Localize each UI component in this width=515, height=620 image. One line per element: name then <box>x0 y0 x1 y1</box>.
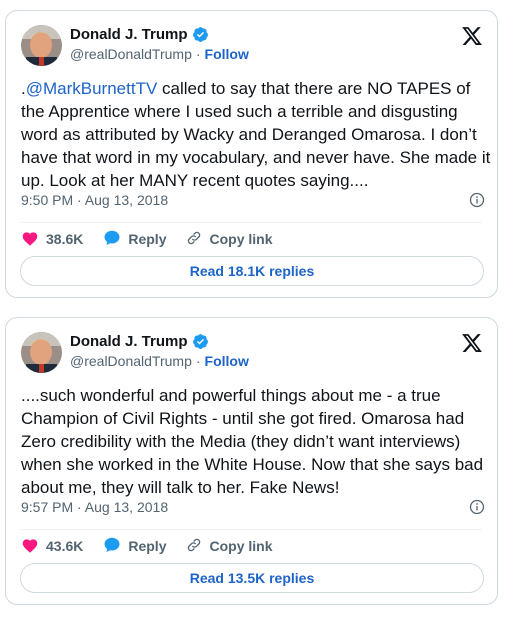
avatar[interactable] <box>21 332 62 373</box>
copy-link-label: Copy link <box>209 231 273 247</box>
tweet-text-body: ....such wonderful and powerful things a… <box>21 386 484 497</box>
like-button[interactable]: 43.6K <box>21 537 83 556</box>
tweet-card[interactable]: Donald J. Trump @realDonaldTrump · Follo… <box>5 317 498 605</box>
reply-label: Reply <box>128 231 167 247</box>
author-name[interactable]: Donald J. Trump <box>70 26 188 43</box>
separator: · <box>195 353 201 369</box>
copy-link-button[interactable]: Copy link <box>186 537 273 556</box>
author-handle[interactable]: @realDonaldTrump <box>70 46 192 62</box>
tweet-text: ....such wonderful and powerful things a… <box>21 384 491 499</box>
reply-label: Reply <box>128 538 167 554</box>
reply-button[interactable]: Reply <box>103 536 166 556</box>
heart-icon <box>21 537 39 556</box>
tweet-text: .@MarkBurnettTV called to say that there… <box>21 77 491 192</box>
separator: · <box>195 46 201 62</box>
verified-icon <box>192 333 209 350</box>
reply-button[interactable]: Reply <box>103 229 166 249</box>
verified-icon <box>192 26 209 43</box>
like-button[interactable]: 38.6K <box>21 230 83 249</box>
reply-bubble-icon <box>103 229 121 249</box>
read-replies-button[interactable]: Read 18.1K replies <box>20 256 484 286</box>
divider <box>21 529 482 530</box>
divider <box>21 222 482 223</box>
author-name[interactable]: Donald J. Trump <box>70 333 188 350</box>
mention-link[interactable]: @MarkBurnettTV <box>26 79 158 98</box>
avatar[interactable] <box>21 25 62 66</box>
info-icon[interactable] <box>469 499 485 515</box>
follow-button[interactable]: Follow <box>205 46 249 62</box>
x-logo-icon[interactable] <box>461 25 483 47</box>
like-count: 38.6K <box>46 231 84 247</box>
follow-button[interactable]: Follow <box>205 353 249 369</box>
x-logo-icon[interactable] <box>461 332 483 354</box>
tweet-card[interactable]: Donald J. Trump @realDonaldTrump · Follo… <box>5 10 498 298</box>
like-count: 43.6K <box>46 538 84 554</box>
info-icon[interactable] <box>469 192 485 208</box>
link-icon <box>186 537 202 556</box>
copy-link-button[interactable]: Copy link <box>186 230 273 249</box>
heart-icon <box>21 230 39 249</box>
timestamp[interactable]: 9:50 PM · Aug 13, 2018 <box>21 192 168 208</box>
link-icon <box>186 230 202 249</box>
copy-link-label: Copy link <box>209 538 273 554</box>
timestamp[interactable]: 9:57 PM · Aug 13, 2018 <box>21 499 168 515</box>
reply-bubble-icon <box>103 536 121 556</box>
author-handle[interactable]: @realDonaldTrump <box>70 353 192 369</box>
read-replies-button[interactable]: Read 13.5K replies <box>20 563 484 593</box>
